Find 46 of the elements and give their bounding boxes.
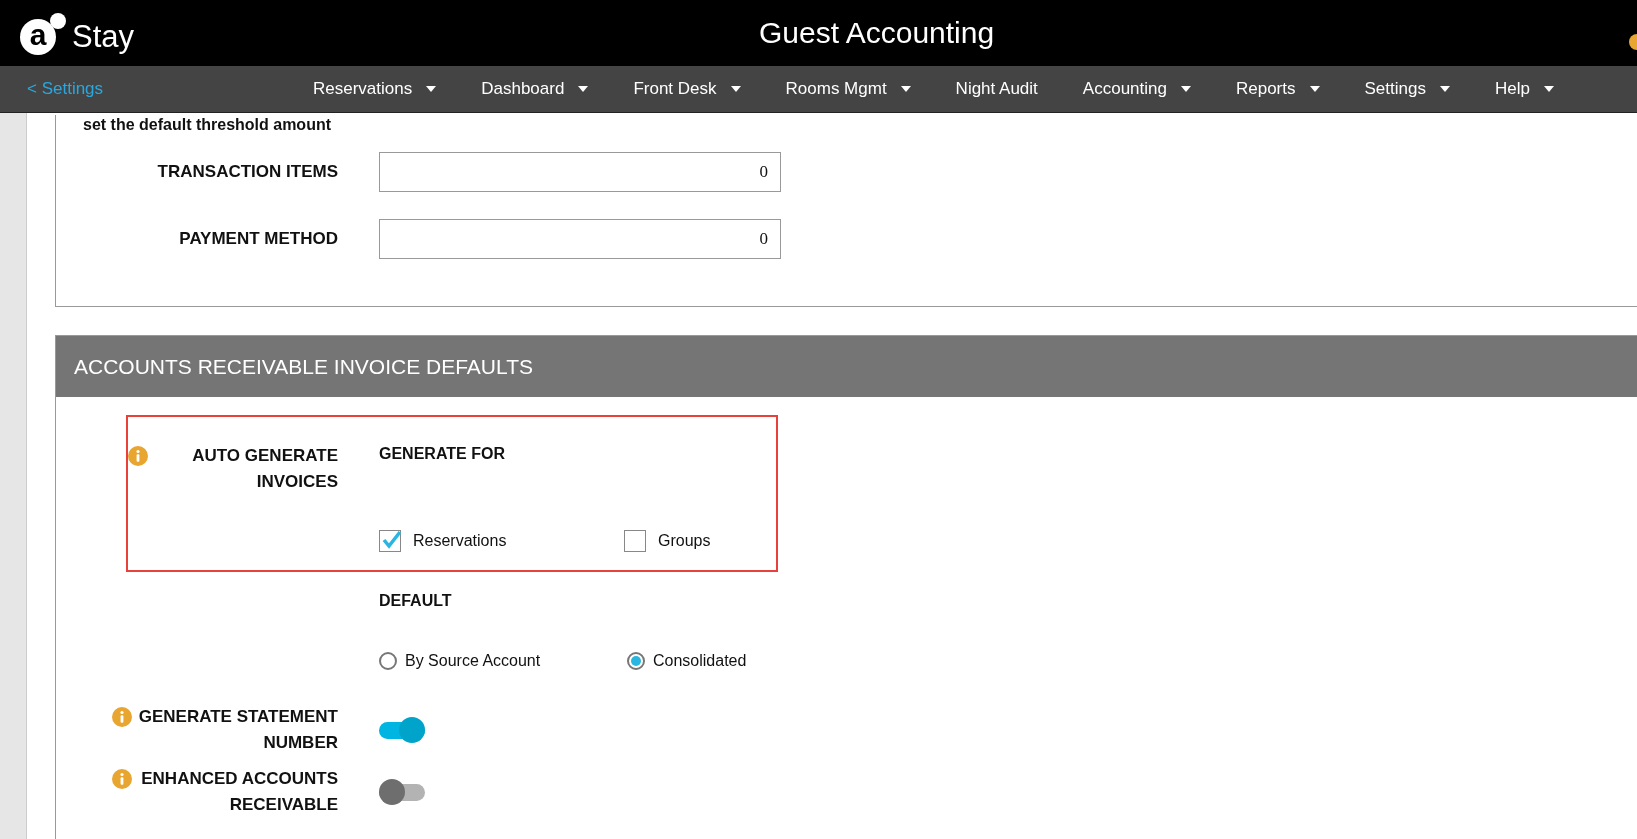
section-header: ACCOUNTS RECEIVABLE INVOICE DEFAULTS <box>56 336 1637 397</box>
radio-button[interactable] <box>379 652 397 670</box>
field-label: ENHANCED ACCOUNTS RECEIVABLE <box>140 768 338 816</box>
nav-menu-item[interactable]: Dashboard <box>481 79 589 99</box>
field-label: TRANSACTION ITEMS <box>157 161 338 183</box>
nav-menu-item[interactable]: Reservations <box>313 79 437 99</box>
radio-label: Consolidated <box>653 652 747 670</box>
nav-menu-item[interactable]: Rooms Mgmt <box>785 79 911 99</box>
info-icon[interactable] <box>112 769 132 789</box>
section-note: set the default threshold amount <box>82 115 332 135</box>
caret-icon <box>426 86 437 92</box>
back-link[interactable]: < Settings <box>27 79 313 99</box>
field-label: PAYMENT METHOD <box>179 228 338 250</box>
info-icon[interactable] <box>112 707 132 727</box>
logo-text: Stay <box>72 19 135 55</box>
caret-icon <box>1180 86 1191 92</box>
checkbox-label: Reservations <box>413 532 507 550</box>
group-label: DEFAULT <box>379 591 453 611</box>
caret-icon <box>1309 86 1320 92</box>
logo-letter: a <box>20 19 56 55</box>
input-field[interactable]: 0 <box>379 219 781 259</box>
nav-menu-item[interactable]: Help <box>1494 79 1554 99</box>
checkbox[interactable] <box>379 530 401 552</box>
nav-menu-item[interactable]: Accounting <box>1082 79 1191 99</box>
input-field[interactable]: 0 <box>379 152 781 192</box>
info-icon[interactable] <box>128 446 148 466</box>
checkbox-label: Groups <box>658 532 711 550</box>
nav-menu-item[interactable]: Settings <box>1364 79 1450 99</box>
logo-dot-icon <box>50 13 66 29</box>
caret-icon <box>730 86 741 92</box>
toggle-switch[interactable] <box>379 779 425 805</box>
nav-menu-item[interactable]: Front Desk <box>633 79 741 99</box>
field-label: AUTO GENERATE INVOICES <box>191 445 338 493</box>
radio-label: By Source Account <box>405 652 541 670</box>
page-title: Guest Accounting <box>759 16 995 50</box>
caret-icon <box>1543 86 1554 92</box>
caret-icon <box>900 86 911 92</box>
radio-button[interactable] <box>627 652 645 670</box>
nav-menu-item[interactable]: Reports <box>1235 79 1320 99</box>
nav-menu-item[interactable]: Night Audit <box>955 79 1038 99</box>
caret-icon <box>578 86 589 92</box>
caret-icon <box>1439 86 1450 92</box>
toggle-switch[interactable] <box>379 717 425 743</box>
checkbox[interactable] <box>624 530 646 552</box>
field-label: GENERATE STATEMENT NUMBER <box>138 706 338 754</box>
group-label: GENERATE FOR <box>379 444 506 464</box>
